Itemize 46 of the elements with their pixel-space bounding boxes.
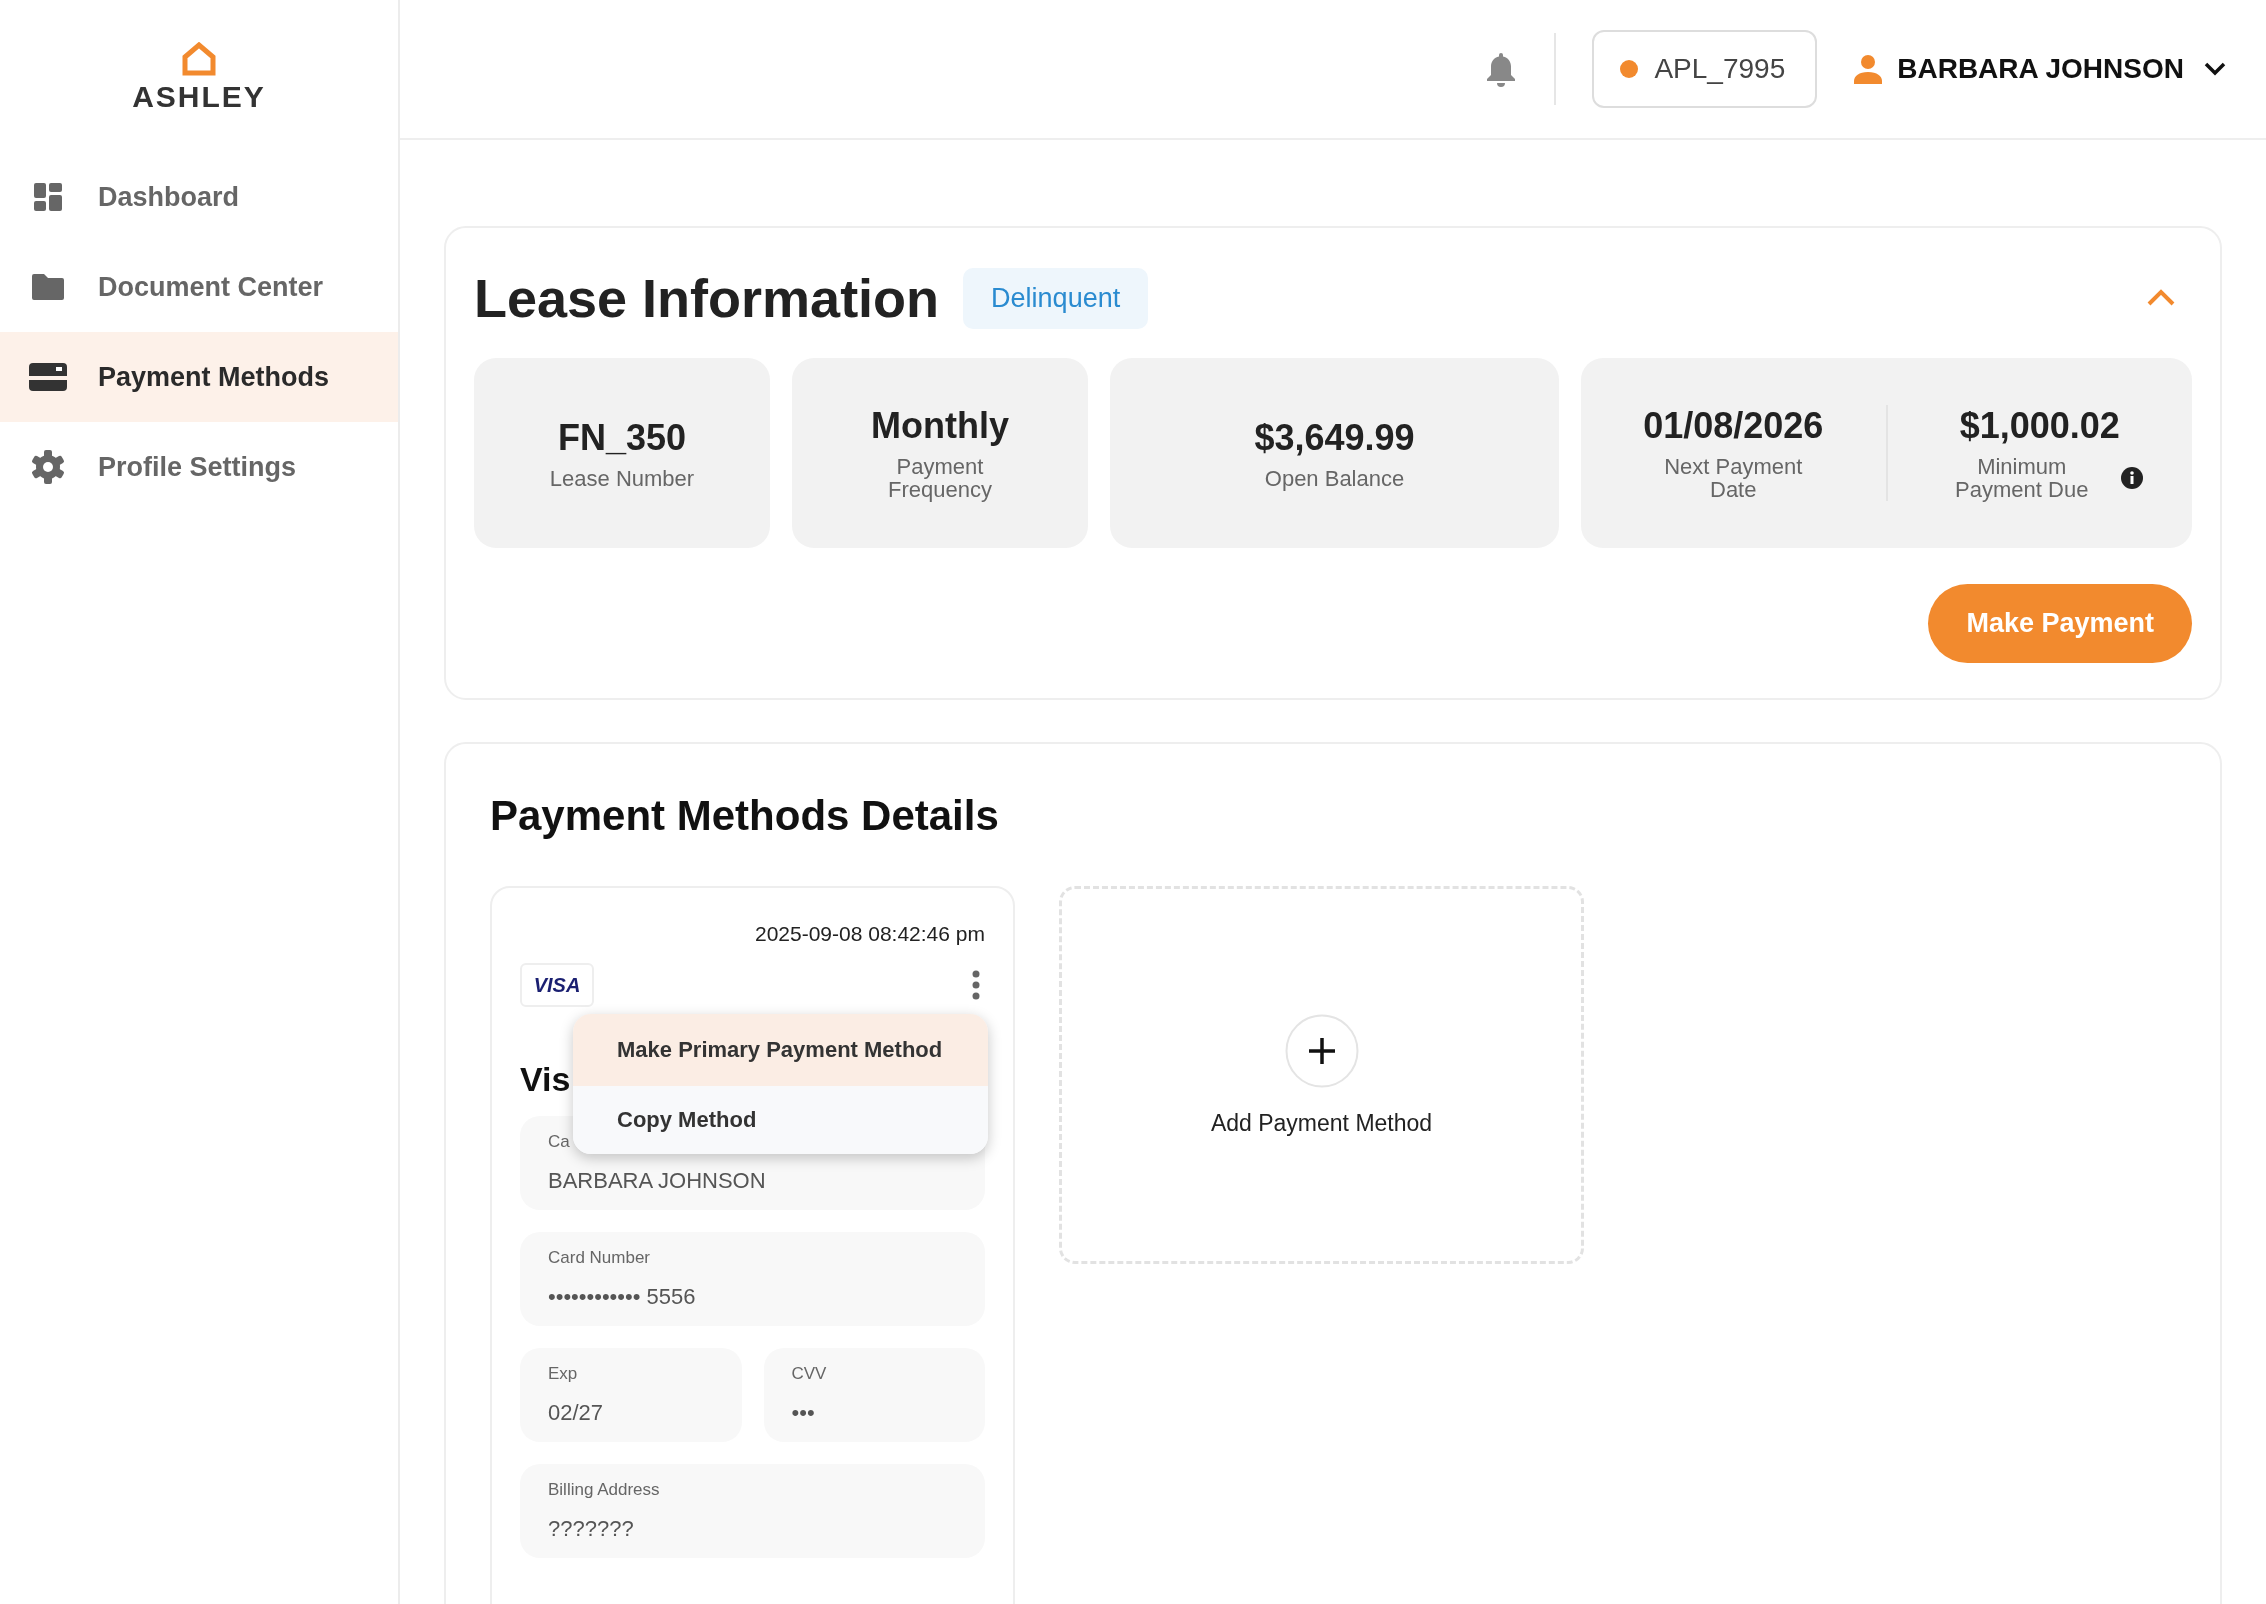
user-icon: [1853, 54, 1884, 84]
account-selector[interactable]: APL_7995: [1592, 30, 1818, 108]
stat-value: FN_350: [557, 416, 687, 459]
field-value: ???????: [548, 1516, 635, 1542]
sidebar-item[interactable]: Dashboard: [0, 152, 398, 242]
add-payment-method-button[interactable]: Add Payment Method: [1059, 886, 1584, 1264]
chevron-down-icon: [2204, 62, 2226, 76]
card-brand-logo: VISA: [520, 963, 594, 1007]
stat-label: Minimum Payment Due: [1954, 455, 2090, 501]
field-label: Billing Address: [548, 1480, 661, 1500]
folder-icon: [32, 274, 64, 300]
notification-bell-icon[interactable]: [1486, 51, 1517, 87]
field-value: BARBARA JOHNSON: [548, 1168, 767, 1194]
menu-item[interactable]: Copy Method: [573, 1086, 988, 1154]
field-label: Card Number: [548, 1248, 652, 1268]
stat-label: Payment Frequency: [887, 455, 993, 501]
dashboard-icon: [34, 183, 62, 211]
stat-value: Monthly: [871, 405, 1009, 447]
field-value: 02/27: [548, 1400, 605, 1426]
stat-label: Open Balance: [1264, 466, 1405, 490]
section-title: Lease Information: [474, 267, 940, 329]
card-title: Vis: [520, 1060, 571, 1100]
sidebar-item[interactable]: Profile Settings: [0, 422, 398, 512]
field-value: •••: [791, 1400, 816, 1426]
stat-value: $3,649.99: [1254, 416, 1415, 459]
stat-label: Lease Number: [549, 466, 695, 490]
logo-text: ASHLEY: [132, 80, 266, 114]
sidebar-item[interactable]: Payment Methods: [0, 332, 398, 422]
field-label: CVV: [791, 1364, 828, 1384]
house-logo-icon: [181, 42, 217, 76]
credit-card-icon: [29, 363, 67, 391]
stat-value: 01/08/2026: [1643, 405, 1824, 447]
sidebar-item[interactable]: Document Center: [0, 242, 398, 332]
timestamp: 2025-09-08 08:42:46 pm: [754, 922, 985, 946]
info-icon[interactable]: [2120, 467, 2143, 489]
field-label: Ca: [548, 1132, 571, 1152]
field-value: •••••••••••• 5556: [548, 1284, 697, 1310]
user-menu[interactable]: BARBARA JOHNSON: [1853, 53, 2226, 85]
section-title: Payment Methods Details: [490, 792, 1000, 840]
stat-value: $1,000.02: [1959, 405, 2120, 447]
field-label: Exp: [548, 1364, 579, 1384]
status-badge: Delinquent: [963, 267, 1149, 329]
menu-item[interactable]: Make Primary Payment Method: [573, 1014, 988, 1086]
stat-label: Next Payment Date: [1663, 455, 1804, 501]
plus-icon: [1284, 1013, 1359, 1088]
settings-icon: [31, 450, 65, 484]
